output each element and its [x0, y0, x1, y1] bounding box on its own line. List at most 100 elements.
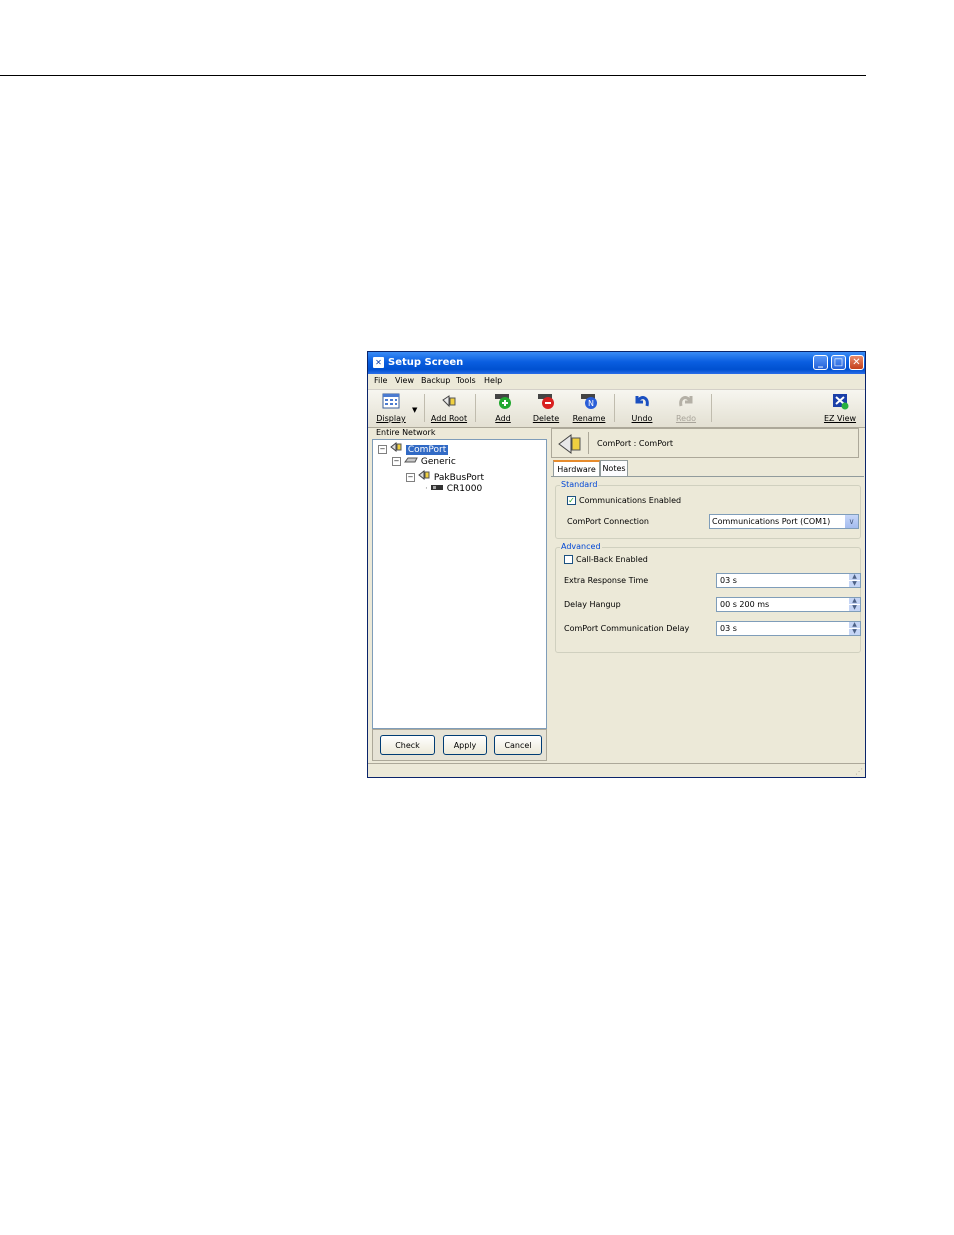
advanced-group: Advanced Call-Back Enabled Extra Respons… — [555, 542, 861, 653]
apply-button[interactable]: Apply — [443, 735, 487, 755]
redo-label: Redo — [675, 414, 697, 423]
menu-help[interactable]: Help — [484, 376, 502, 385]
tab-hardware[interactable]: Hardware — [553, 460, 600, 477]
detail-pane: ComPort : ComPort Hardware Notes Standar… — [551, 428, 864, 758]
delete-label: Delete — [532, 414, 560, 423]
extra-response-time-label: Extra Response Time — [564, 576, 649, 585]
menu-file[interactable]: File — [374, 376, 387, 385]
comport-icon — [557, 432, 585, 458]
setup-screen-window: ✕ Setup Screen _ □ ✕ File View Backup To… — [367, 351, 866, 778]
add-button[interactable]: Add — [481, 392, 525, 423]
tree-node-generic[interactable]: − Generic — [392, 456, 456, 467]
spin-down-icon[interactable]: ▼ — [849, 581, 860, 587]
maximize-button[interactable]: □ — [831, 355, 846, 370]
spinner-value: 03 s — [720, 576, 737, 585]
pakbus-icon — [418, 469, 431, 483]
undo-label: Undo — [631, 414, 653, 423]
tree-node-label: Generic — [420, 457, 456, 467]
toolbar-separator — [475, 394, 476, 422]
comport-icon — [390, 441, 403, 455]
tree-node-cr1000[interactable]: · CR1000 — [425, 484, 482, 494]
add-label: Add — [495, 414, 511, 423]
toolbar: Display ▼ Add Root Add Delete N Rename U… — [368, 390, 865, 428]
communications-enabled-checkbox[interactable]: ✓ — [567, 496, 576, 505]
network-pane: Entire Network − ComPort − Generic − Pak… — [372, 428, 547, 761]
ez-view-button[interactable]: EZ View — [818, 392, 862, 423]
delay-hangup-label: Delay Hangup — [564, 600, 621, 609]
select-value: Communications Port (COM1) — [712, 517, 831, 526]
check-button[interactable]: Check — [380, 735, 435, 755]
comport-communication-delay-spinner[interactable]: 03 s ▲ ▼ — [716, 621, 861, 636]
hardware-tab-panel: Standard ✓ Communications Enabled ComPor… — [551, 476, 864, 759]
delay-hangup-spinner[interactable]: 00 s 200 ms ▲ ▼ — [716, 597, 861, 612]
rename-label: Rename — [572, 414, 606, 423]
callback-enabled-label: Call-Back Enabled — [576, 555, 648, 564]
minimize-button[interactable]: _ — [813, 355, 828, 370]
window-title: Setup Screen — [388, 357, 464, 368]
delete-button[interactable]: Delete — [524, 392, 568, 423]
resize-grip-icon[interactable]: ⋰ — [855, 768, 863, 776]
tree-node-label: CR1000 — [446, 484, 483, 494]
undo-icon — [632, 392, 652, 410]
ez-view-icon — [830, 392, 850, 410]
tree-node-label: PakBusPort — [433, 473, 485, 483]
detail-header: ComPort : ComPort — [551, 428, 859, 458]
tree-node-label: ComPort — [405, 445, 449, 455]
add-root-label: Add Root — [430, 414, 468, 423]
menu-tools[interactable]: Tools — [456, 376, 476, 385]
menu-view[interactable]: View — [395, 376, 414, 385]
display-icon — [381, 392, 401, 410]
title-bar[interactable]: ✕ Setup Screen _ □ ✕ — [368, 352, 865, 374]
undo-button[interactable]: Undo — [620, 392, 664, 423]
spinner-value: 00 s 200 ms — [720, 600, 770, 609]
spin-down-icon[interactable]: ▼ — [849, 605, 860, 611]
collapse-icon[interactable]: − — [406, 473, 415, 482]
ez-view-label: EZ View — [823, 414, 857, 423]
spinner-value: 03 s — [720, 624, 737, 633]
add-icon — [493, 392, 513, 410]
add-root-button[interactable]: Add Root — [427, 392, 471, 423]
tree-node-comport[interactable]: − ComPort — [378, 441, 449, 455]
cancel-button[interactable]: Cancel — [494, 735, 542, 755]
modem-icon — [404, 457, 418, 467]
tab-notes[interactable]: Notes — [600, 460, 628, 476]
header-divider — [588, 432, 589, 454]
chevron-down-icon[interactable]: ∨ — [845, 515, 858, 528]
menu-bar: File View Backup Tools Help — [368, 374, 865, 390]
comport-connection-label: ComPort Connection — [567, 517, 649, 526]
network-tree: − ComPort − Generic − PakBusPort · CR100… — [372, 439, 547, 729]
display-label: Display — [376, 414, 406, 423]
collapse-icon[interactable]: − — [392, 457, 401, 466]
close-button[interactable]: ✕ — [849, 355, 864, 370]
redo-button[interactable]: Redo — [664, 392, 708, 423]
rename-button[interactable]: N Rename — [567, 392, 611, 423]
redo-icon — [676, 392, 696, 410]
toolbar-separator — [711, 394, 712, 422]
callback-enabled-checkbox[interactable] — [564, 555, 573, 564]
add-root-icon — [439, 392, 459, 410]
toolbar-separator — [614, 394, 615, 422]
comport-communication-delay-label: ComPort Communication Delay — [564, 624, 690, 633]
group-title: Advanced — [560, 542, 602, 551]
toolbar-separator — [424, 394, 425, 422]
display-dropdown-icon[interactable]: ▼ — [412, 406, 417, 414]
tree-node-pakbusport[interactable]: − PakBusPort — [406, 469, 485, 483]
group-title: Standard — [560, 480, 599, 489]
action-button-bar: Check Apply Cancel — [372, 729, 547, 761]
spin-down-icon[interactable]: ▼ — [849, 629, 860, 635]
status-bar: ⋰ — [368, 763, 865, 777]
delete-icon — [536, 392, 556, 410]
rename-icon: N — [579, 392, 599, 410]
tree-connector: · — [425, 484, 428, 494]
datalogger-icon — [430, 484, 444, 494]
page-rule — [0, 75, 866, 76]
detail-header-label: ComPort : ComPort — [597, 439, 674, 448]
extra-response-time-spinner[interactable]: 03 s ▲ ▼ — [716, 573, 861, 588]
menu-backup[interactable]: Backup — [421, 376, 450, 385]
app-icon: ✕ — [373, 357, 384, 368]
comport-connection-select[interactable]: Communications Port (COM1) ∨ — [709, 514, 859, 529]
detail-tabs: Hardware Notes — [551, 460, 864, 477]
collapse-icon[interactable]: − — [378, 445, 387, 454]
communications-enabled-label: Communications Enabled — [579, 496, 682, 505]
display-button[interactable]: Display — [369, 392, 413, 423]
